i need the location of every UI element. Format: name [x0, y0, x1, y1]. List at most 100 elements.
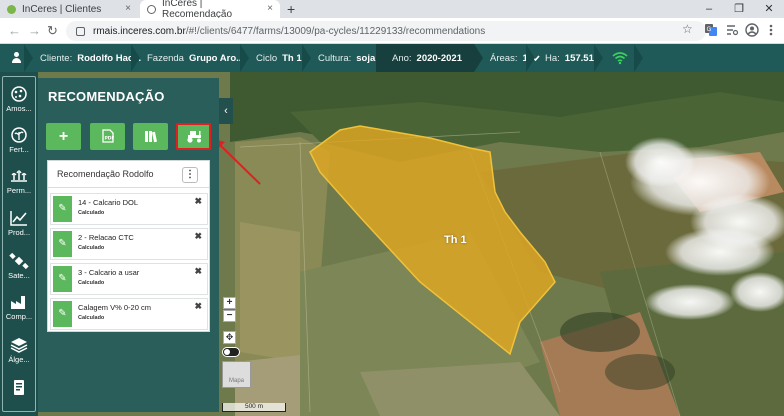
- breadcrumb-chevron: [474, 44, 483, 72]
- tab-recomendacao[interactable]: InCeres | Recomendação ×: [140, 0, 280, 20]
- breadcrumb-chevron: [594, 44, 603, 72]
- recommendation-panel: RECOMENDAÇÃO + PDF Recomendação Rodolfo …: [38, 78, 219, 412]
- year-selector[interactable]: Ano: 2020-2021: [376, 44, 474, 72]
- remove-icon[interactable]: ✖: [194, 231, 202, 242]
- tab-clientes[interactable]: InCeres | Clientes ×: [0, 0, 138, 18]
- edit-icon[interactable]: ✎: [53, 196, 72, 222]
- list-item[interactable]: ✎ 3 - Calcario a usar Calculado ✖: [50, 263, 208, 295]
- svg-text:PDF: PDF: [104, 136, 114, 142]
- account-icon[interactable]: [745, 23, 759, 37]
- list-item[interactable]: ✎ 14 - Calcario DOL Calculado ✖: [50, 193, 208, 225]
- url-input[interactable]: rmais.inceres.com.br/#!/clients/6477/far…: [66, 21, 706, 41]
- areas-label: Áreas:: [490, 52, 518, 64]
- breadcrumb-chevron: [131, 44, 140, 72]
- crop-label: Cultura:: [318, 52, 352, 64]
- close-window-button[interactable]: ✕: [754, 0, 784, 18]
- window-controls: – ❐ ✕: [694, 0, 784, 18]
- recommendation-name: Calagem V% 0-20 cm: [78, 303, 151, 312]
- pdf-icon: PDF: [101, 129, 114, 143]
- year-label: Ano:: [392, 52, 412, 64]
- layer-toggle[interactable]: [222, 347, 240, 357]
- farm-selector[interactable]: Fazenda Grupo Aro...: [147, 44, 244, 72]
- tractor-icon: [186, 131, 201, 143]
- card-title: Recomendação Rodolfo: [57, 169, 154, 179]
- close-icon[interactable]: ×: [125, 3, 131, 14]
- recommendation-status: Calculado: [78, 280, 105, 286]
- app-header: Cliente: Rodolfo Hac... Fazenda Grupo Ar…: [0, 44, 784, 72]
- ha-label: Ha:: [545, 52, 560, 64]
- edit-icon[interactable]: ✎: [53, 266, 72, 292]
- zoom-in-button[interactable]: +: [223, 297, 236, 309]
- add-recommendation-button[interactable]: +: [46, 123, 81, 150]
- inceres-favicon-icon: [7, 5, 16, 14]
- translate-icon[interactable]: G: [704, 23, 718, 37]
- collapse-panel-button[interactable]: ‹: [219, 98, 233, 124]
- menu-icon[interactable]: [764, 23, 778, 37]
- minimize-button[interactable]: –: [694, 0, 724, 18]
- cycle-selector[interactable]: Ciclo Th 1: [256, 44, 302, 72]
- farm-label: Fazenda: [147, 52, 184, 64]
- remove-icon[interactable]: ✖: [194, 301, 202, 312]
- machinery-button[interactable]: [176, 123, 211, 150]
- client-selector[interactable]: Cliente: Rodolfo Hac...: [40, 44, 141, 72]
- map-scale-bar: 500 m: [222, 403, 286, 412]
- basemap-switcher[interactable]: Mapa: [222, 361, 251, 388]
- ha-value: 157.51: [564, 52, 594, 64]
- recommendation-card: Recomendação Rodolfo ⋮ ✎ 14 - Calcario D…: [47, 160, 210, 332]
- recommendation-status: Calculado: [78, 315, 105, 321]
- wifi-icon: [612, 51, 628, 65]
- cycle-label: Ciclo: [256, 52, 278, 64]
- card-header: Recomendação Rodolfo ⋮: [48, 161, 209, 188]
- breadcrumb-chevron: [634, 44, 643, 72]
- url-path: /#!/clients/6477/farms/13009/pa-cycles/1…: [185, 25, 486, 37]
- svg-text:G: G: [707, 26, 712, 33]
- pdf-report-button[interactable]: PDF: [90, 123, 125, 150]
- edit-icon[interactable]: ✎: [53, 301, 72, 327]
- kebab-menu-icon[interactable]: ⋮: [182, 167, 198, 183]
- plus-icon: +: [58, 128, 69, 145]
- tab-title: InCeres | Recomendação: [162, 0, 233, 20]
- breadcrumb-chevron: [240, 44, 249, 72]
- address-bar: ← → ↻ rmais.inceres.com.br/#!/clients/64…: [0, 18, 784, 44]
- zoom-out-button[interactable]: −: [223, 310, 236, 322]
- breadcrumb-chevron: [302, 44, 311, 72]
- list-item[interactable]: ✎ Calagem V% 0-20 cm Calculado ✖: [50, 298, 208, 330]
- reload-button[interactable]: ↻: [47, 23, 58, 39]
- maximize-button[interactable]: ❐: [724, 0, 754, 18]
- close-icon[interactable]: ×: [267, 3, 273, 14]
- new-tab-button[interactable]: +: [287, 1, 295, 17]
- forward-button[interactable]: →: [28, 23, 41, 38]
- recommendation-name: 3 - Calcario a usar: [78, 268, 140, 277]
- list-item[interactable]: ✎ 2 - Relacao CTC Calculado ✖: [50, 228, 208, 260]
- remove-icon[interactable]: ✖: [194, 196, 202, 207]
- lock-icon: [76, 26, 85, 36]
- url-domain: rmais.inceres.com.br: [93, 25, 186, 37]
- year-value: 2020-2021: [416, 52, 462, 64]
- tab-title: InCeres | Clientes: [22, 3, 102, 15]
- edit-icon[interactable]: ✎: [53, 231, 72, 257]
- farm-value: Grupo Aro...: [188, 52, 245, 64]
- book-icon: [144, 131, 157, 143]
- crop-selector[interactable]: Cultura: soja: [318, 44, 375, 72]
- breadcrumb-chevron: [526, 44, 535, 72]
- remove-icon[interactable]: ✖: [194, 266, 202, 277]
- move-tool-icon[interactable]: ✥: [223, 331, 236, 344]
- back-button[interactable]: ←: [8, 23, 21, 38]
- sidebar-outline: [2, 76, 36, 412]
- client-label: Cliente:: [40, 52, 73, 64]
- recommendation-name: 14 - Calcario DOL: [78, 198, 139, 207]
- toggle-knob: [224, 349, 230, 355]
- field-label-th1[interactable]: Th 1: [444, 234, 467, 246]
- breadcrumb-chevron: [24, 44, 33, 72]
- recommendation-status: Calculado: [78, 245, 105, 251]
- globe-icon: [147, 5, 156, 14]
- bookmark-star-icon[interactable]: ☆: [682, 22, 693, 36]
- panel-title: RECOMENDAÇÃO: [48, 89, 165, 104]
- library-button[interactable]: [133, 123, 168, 150]
- crop-value: soja: [356, 52, 376, 64]
- tab-search-icon[interactable]: [725, 23, 739, 37]
- browser-tab-bar: InCeres | Clientes × InCeres | Recomenda…: [0, 0, 784, 20]
- cycle-value: Th 1: [282, 52, 302, 64]
- hectares-display: Ha: 157.51: [545, 44, 594, 72]
- user-icon[interactable]: [11, 52, 22, 63]
